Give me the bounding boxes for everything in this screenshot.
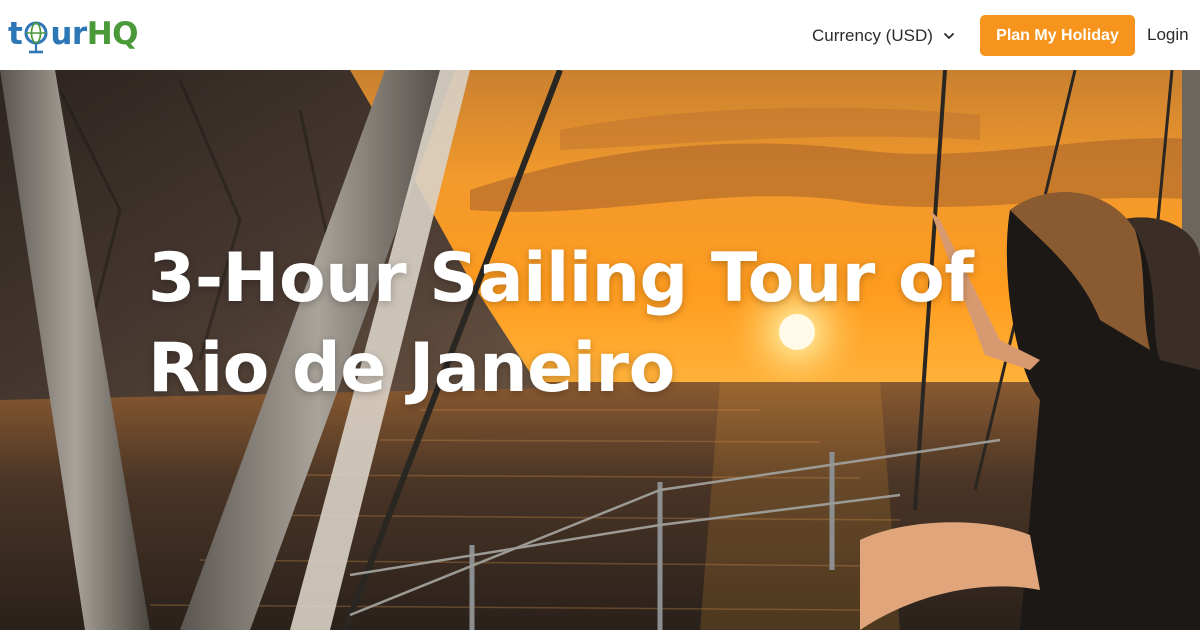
login-link[interactable]: Login bbox=[1147, 25, 1189, 45]
page-title: 3-Hour Sailing Tour of Rio de Janeiro bbox=[148, 239, 974, 408]
currency-label: Currency (USD) bbox=[812, 26, 933, 45]
logo-text-t: t bbox=[8, 16, 23, 52]
plan-my-holiday-button[interactable]: Plan My Holiday bbox=[980, 15, 1135, 56]
tourhq-logo[interactable]: t ur HQ bbox=[8, 12, 139, 56]
currency-selector[interactable]: Currency (USD) bbox=[812, 24, 955, 48]
site-header: t ur HQ Currency (USD) Plan My Holiday L… bbox=[0, 0, 1200, 70]
logo-text-hq: HQ bbox=[86, 16, 139, 52]
globe-icon bbox=[24, 21, 48, 54]
chevron-down-icon bbox=[944, 33, 954, 39]
logo-text-ur: ur bbox=[50, 16, 87, 52]
hero-banner: 3-Hour Sailing Tour of Rio de Janeiro bbox=[0, 70, 1200, 630]
